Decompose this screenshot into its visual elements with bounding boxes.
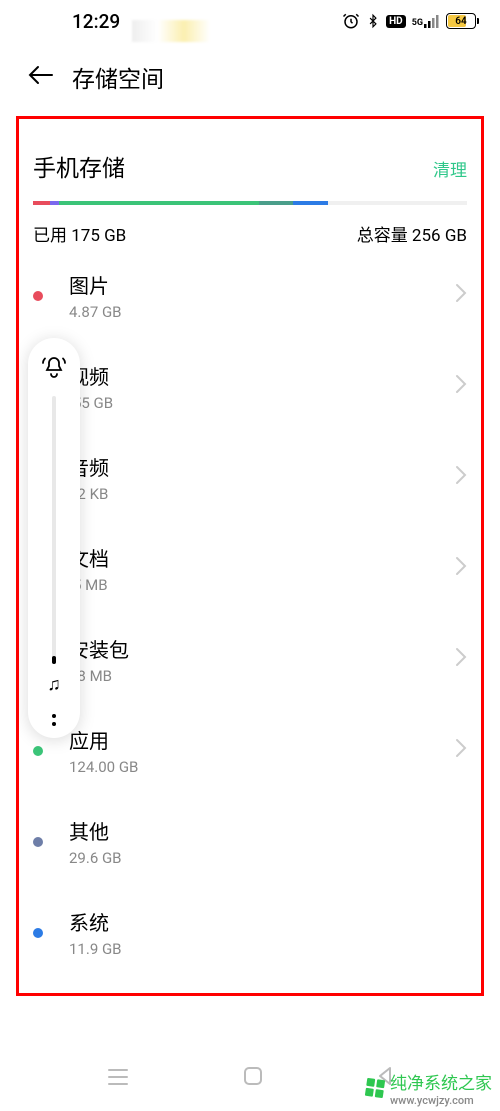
category-item[interactable]: 安装包 08 MB [33, 614, 467, 705]
category-size: .55 GB [69, 394, 455, 412]
category-name: 视频 [69, 361, 455, 390]
category-item[interactable]: 视频 .55 GB [33, 341, 467, 432]
menu-button[interactable] [107, 1067, 129, 1092]
hd-badge: HD [386, 15, 406, 28]
category-name: 安装包 [69, 634, 455, 663]
bell-ring-icon [40, 350, 68, 384]
category-name: 其他 [69, 816, 467, 845]
watermark-logo-icon [365, 1078, 385, 1098]
category-dot-icon [33, 291, 43, 301]
page-title: 存储空间 [72, 60, 164, 94]
total-label: 总容量 256 GB [357, 221, 467, 246]
category-size: 29.6 GB [69, 849, 467, 867]
volume-slider[interactable] [52, 396, 56, 664]
watermark: 纯净系统之家 www.ycwjzy.com [366, 1069, 492, 1107]
music-note-icon[interactable]: ♫ [47, 676, 61, 694]
battery-icon: 64 [446, 13, 476, 29]
blur-region [132, 20, 210, 42]
alarm-icon [342, 12, 360, 30]
category-dot-icon [33, 746, 43, 756]
category-size: 62 KB [69, 485, 455, 503]
category-item: 其他 29.6 GB [33, 796, 467, 887]
usage-bar [33, 201, 467, 205]
category-size: 4.87 GB [69, 303, 455, 321]
category-item[interactable]: 应用 124.00 GB [33, 705, 467, 796]
back-button[interactable] [28, 65, 54, 89]
signal-5g-icon: 5G [412, 14, 440, 28]
bluetooth-icon [366, 12, 380, 30]
chevron-right-icon [455, 556, 467, 582]
category-dot-icon [33, 928, 43, 938]
category-name: 图片 [69, 270, 455, 299]
status-bar: 12:29 HD 5G 64 [0, 0, 500, 42]
category-item: 系统 11.9 GB [33, 887, 467, 978]
category-size: 11.9 GB [69, 940, 467, 958]
category-item[interactable]: 音频 62 KB [33, 432, 467, 523]
chevron-right-icon [455, 374, 467, 400]
category-item[interactable]: 文档 .5 MB [33, 523, 467, 614]
category-size: 124.00 GB [69, 758, 455, 776]
chevron-right-icon [455, 283, 467, 309]
home-button[interactable] [243, 1066, 263, 1092]
category-name: 系统 [69, 907, 467, 936]
section-title: 手机存储 [33, 149, 125, 183]
category-name: 应用 [69, 725, 455, 754]
page-header: 存储空间 [0, 42, 500, 116]
used-label: 已用 175 GB [33, 221, 126, 246]
chevron-right-icon [455, 647, 467, 673]
category-size: 08 MB [69, 667, 455, 685]
chevron-right-icon [455, 465, 467, 491]
category-size: .5 MB [69, 576, 455, 594]
category-item[interactable]: 图片 4.87 GB [33, 250, 467, 341]
status-time: 12:29 [72, 10, 120, 33]
category-dot-icon [33, 837, 43, 847]
volume-panel[interactable]: ♫ [28, 338, 80, 738]
category-name: 文档 [69, 543, 455, 572]
category-list: 图片 4.87 GB 视频 .55 GB 音频 62 KB 文档 .5 MB 安装包 08 MB 应… [33, 250, 467, 978]
highlight-box: 手机存储 清理 已用 175 GB 总容量 256 GB 图片 4.87 GB 视频… [16, 116, 484, 996]
category-name: 音频 [69, 452, 455, 481]
more-icon[interactable] [52, 714, 56, 726]
clean-button[interactable]: 清理 [433, 156, 467, 181]
chevron-right-icon [455, 738, 467, 764]
